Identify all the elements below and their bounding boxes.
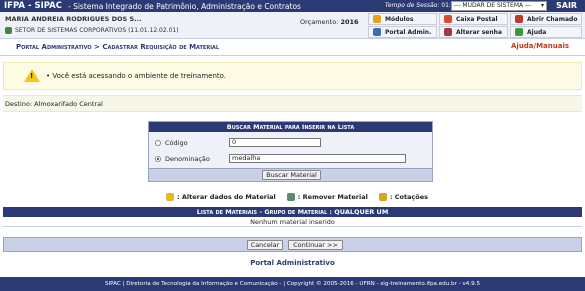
legend-label: : Remover Material [297, 193, 368, 201]
legend-item: : Alterar dados do Material [166, 193, 276, 201]
menu-item-mailbox[interactable]: Caixa Postal [439, 13, 508, 25]
system-switch-select[interactable]: --- MUDAR DE SISTEMA --- ▾ [451, 1, 547, 11]
search-material-button[interactable]: Buscar Material [262, 170, 321, 180]
menu-item-label: Alterar senha [456, 28, 502, 36]
continue-button[interactable]: Continuar >> [288, 240, 343, 250]
breadcrumb-path[interactable]: Portal Administrativo > Cadastrar Requis… [16, 43, 219, 51]
material-list: Lista de Materiais - Grupo de Material :… [3, 207, 582, 227]
user-info-panel: MARIA ANDREIA RODRIGUES DOS S... SETOR D… [0, 12, 585, 39]
form-actions: Cancelar Continuar >> [3, 237, 582, 252]
menu-item-help[interactable]: Ajuda [510, 26, 582, 38]
cancel-button[interactable]: Cancelar [247, 240, 283, 250]
legend-label: : Alterar dados do Material [177, 193, 276, 201]
menu-item-label: Abrir Chamado [527, 15, 578, 23]
search-form-title: Buscar Material para Inserir na Lista [149, 122, 432, 132]
user-unit: SETOR DE SISTEMAS CORPORATIVOS (11.01.12… [5, 27, 179, 34]
menu-item-modules[interactable]: Módulos [368, 13, 437, 25]
menu-item-portal[interactable]: Portal Admin. [368, 26, 437, 38]
ticket-icon [515, 15, 523, 23]
training-warning: ! • Você está acessando o ambiente de tr… [3, 62, 582, 90]
quick-menu: Módulos Caixa Postal Abrir Chamado Portal A… [368, 13, 582, 38]
footer: SIPAC | Diretoria de Tecnologia da Infor… [0, 277, 585, 291]
edit-icon [166, 193, 174, 201]
mailbox-icon [444, 15, 452, 23]
search-material-form: Buscar Material para Inserir na Lista Có… [148, 121, 433, 182]
material-list-empty: Nenhum material inserido [3, 217, 582, 227]
material-list-title: Lista de Materiais - Grupo de Material :… [3, 207, 582, 217]
destination-text: Destino: Almoxarifado Central [5, 100, 103, 108]
menu-item-label: Módulos [385, 15, 414, 23]
menu-item-label: Caixa Postal [456, 15, 498, 23]
menu-item-ticket[interactable]: Abrir Chamado [510, 13, 582, 25]
chevron-down-icon: ▾ [540, 2, 544, 9]
budget-year: Orçamento: 2016 [300, 18, 359, 26]
remove-icon [286, 193, 295, 201]
search-form-footer: Buscar Material [149, 168, 432, 181]
name-input[interactable]: medalha [229, 154, 406, 163]
destination-bar: Destino: Almoxarifado Central [3, 95, 582, 112]
code-radio[interactable] [155, 140, 161, 146]
legend-item: : Remover Material [286, 193, 368, 201]
icon-legend: : Alterar dados do Material : Remover Mat… [166, 193, 439, 201]
help-icon [515, 28, 523, 36]
unit-icon [5, 27, 12, 34]
legend-item: : Cotações [378, 193, 429, 201]
system-subtitle: - Sistema Integrado de Patrimônio, Admin… [68, 1, 301, 11]
name-label: Denominação [165, 155, 210, 163]
quotes-icon [378, 193, 387, 201]
key-icon [444, 28, 452, 36]
code-label: Código [165, 139, 188, 147]
modules-icon [373, 15, 381, 23]
portal-icon [373, 28, 381, 36]
help-manuals-link[interactable]: Ajuda/Manuais [511, 42, 569, 50]
system-name: IFPA - SIPAC [4, 1, 62, 11]
top-bar: IFPA - SIPAC - Sistema Integrado de Patr… [0, 0, 585, 12]
menu-item-label: Portal Admin. [385, 28, 432, 36]
legend-label: : Cotações [389, 193, 429, 201]
name-option: Denominação [155, 155, 210, 163]
portal-admin-link[interactable]: Portal Administrativo [0, 259, 585, 267]
user-name: MARIA ANDREIA RODRIGUES DOS S... [5, 15, 142, 23]
code-input[interactable]: 0 [229, 138, 321, 147]
breadcrumb: Portal Administrativo > Cadastrar Requis… [0, 39, 585, 56]
menu-item-key[interactable]: Alterar senha [439, 26, 508, 38]
code-option: Código [155, 139, 188, 147]
menu-item-label: Ajuda [527, 28, 547, 36]
session-timer: Tempo de Sessão: 01:30 [385, 2, 459, 9]
name-radio[interactable] [155, 156, 161, 162]
warning-message: • Você está acessando o ambiente de trei… [46, 72, 227, 80]
warning-icon: ! [24, 69, 40, 82]
logout-link[interactable]: SAIR [556, 1, 577, 10]
